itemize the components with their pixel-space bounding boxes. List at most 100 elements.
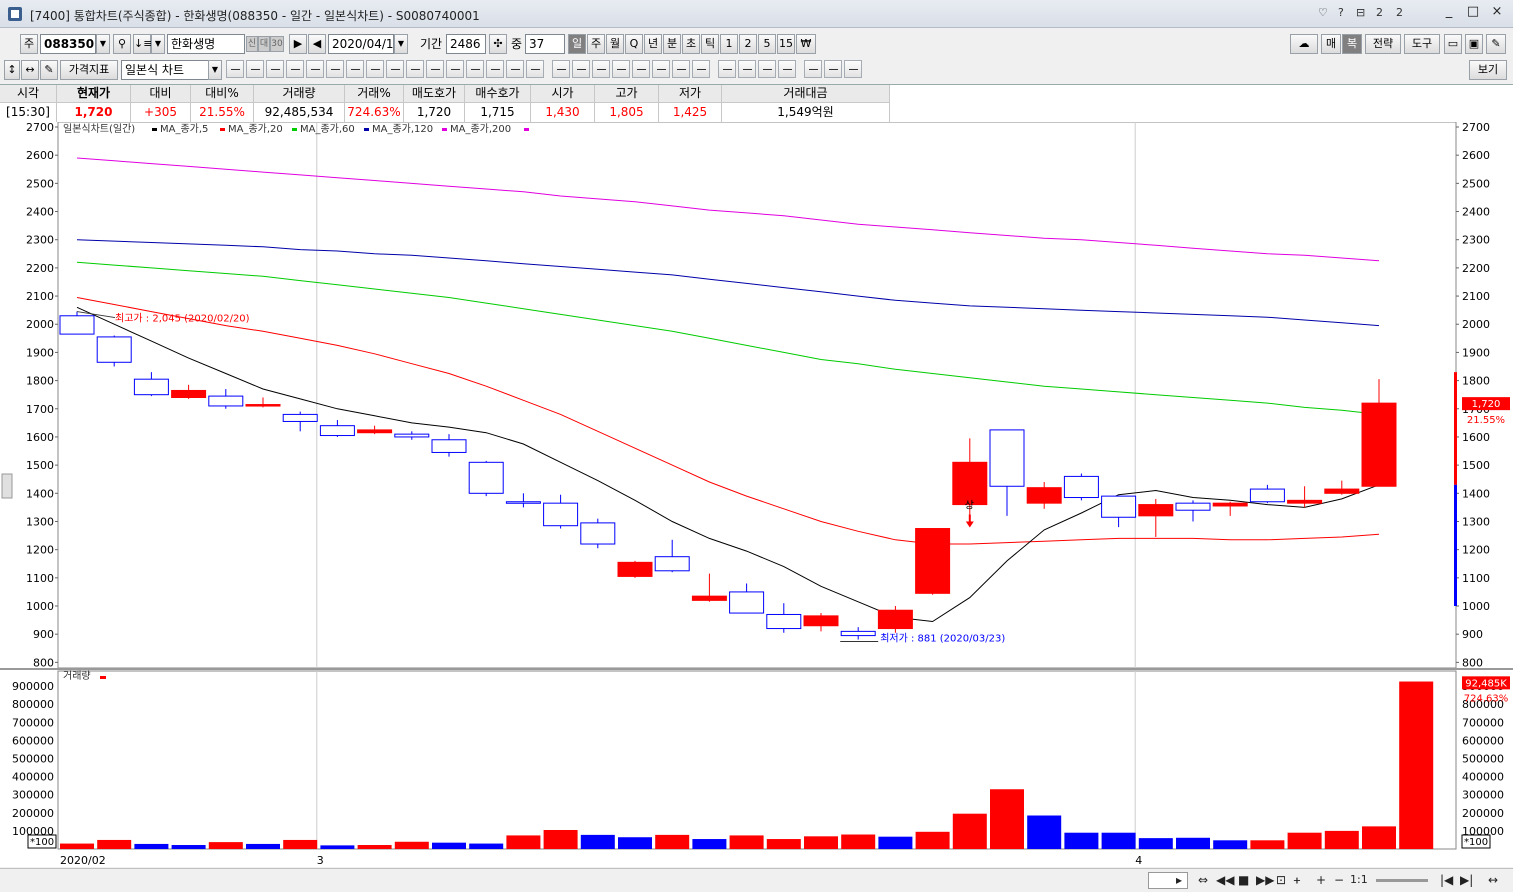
cycle-tool-icon[interactable] [406,60,424,78]
search-icon[interactable]: ⚲ [113,34,131,54]
next-stock-button[interactable]: ▶ [289,34,307,54]
ruler-icon[interactable]: ᚐ [1294,873,1300,887]
zoom-out-icon[interactable]: − [1334,873,1344,887]
wrench-icon[interactable]: ✎ [1486,34,1506,54]
wave-tool-icon[interactable] [804,60,822,78]
magnify-tool-icon[interactable] [758,60,776,78]
interval-tick[interactable]: 틱 [701,34,719,54]
trade-button[interactable]: 매 [1321,34,1341,54]
market-prefix-button[interactable]: 주 [20,34,38,54]
arc-tool-icon[interactable] [266,60,284,78]
candle-body [1212,502,1248,507]
channel-tool-icon[interactable] [366,60,384,78]
currency-button[interactable]: ₩ [796,34,816,54]
interval-15[interactable]: 15 [777,34,795,54]
circle-tool-icon[interactable] [718,60,736,78]
palette-tool-icon[interactable] [526,60,544,78]
prev-stock-button[interactable]: ◀ [308,34,326,54]
rewind-icon[interactable]: ◀◀ [1216,873,1234,887]
frame-icon[interactable]: ⊡ [1276,873,1286,887]
angle-line-tool-icon[interactable] [246,60,264,78]
link-icon[interactable]: 2 [1376,6,1383,19]
layout-icon[interactable]: ⊟ [1356,6,1365,19]
hline-tool-icon[interactable] [306,60,324,78]
maximize-button[interactable]: □ [1462,3,1484,21]
doc-tool-icon[interactable] [692,60,710,78]
up-arrow-tool-icon[interactable] [612,60,630,78]
interval-month[interactable]: 월 [606,34,624,54]
eraser-tool-icon[interactable] [506,60,524,78]
down-arrow-tool-icon[interactable] [632,60,650,78]
zoom-in-icon[interactable]: + [1316,873,1326,887]
grid-tool-icon[interactable] [386,60,404,78]
interval-5[interactable]: 5 [758,34,776,54]
period-spin-icon[interactable]: ✣ [489,34,507,54]
sort-icon[interactable]: ↓≡ [133,34,152,54]
interval-week[interactable]: 주 [587,34,605,54]
strategy-button[interactable]: 전략 [1365,34,1401,54]
fan-tool-icon[interactable] [286,60,304,78]
tools-button[interactable]: 도구 [1404,34,1440,54]
cross-tool-icon[interactable] [592,60,610,78]
settings-tool-icon[interactable] [778,60,796,78]
interval-day[interactable]: 일 [568,34,586,54]
chart-type-dropdown-icon[interactable]: ▼ [208,60,222,80]
price-indicator-button[interactable]: 가격지표 [60,60,118,80]
zoom-slider[interactable] [1376,879,1428,882]
volume-axis-left-label: 200000 [12,807,54,820]
right-arrow-tool-icon[interactable] [672,60,690,78]
forward-icon[interactable]: ▶▶ [1256,873,1274,887]
left-collapse-handle [1,473,13,499]
pen-tool-icon[interactable] [486,60,504,78]
andrews-tool-icon[interactable] [426,60,444,78]
fit-icon[interactable]: ⇔ [1198,873,1208,887]
interval-1[interactable]: 1 [720,34,738,54]
stock-code-input[interactable]: 088350 [40,34,96,54]
compound-button[interactable]: 복 [1342,34,1362,54]
expand-icon[interactable]: ↔ [1488,873,1498,887]
arrow-leftright-icon[interactable]: ↔ [21,60,39,80]
arrow-updown-icon[interactable]: ↕ [4,60,20,80]
fibo-tool-icon[interactable] [346,60,364,78]
analysis-tool-icon[interactable] [844,60,862,78]
chart-area[interactable]: 2700 2700 2600 2600 2500 2500 2400 2400 2300 2300… [0,121,1513,867]
quote-col-trade-value: 거래대금 1,549억원 [722,85,890,123]
gann-tool-icon[interactable] [466,60,484,78]
interval-second[interactable]: 초 [682,34,700,54]
scroll-right-icon[interactable]: ▸ [1176,873,1182,887]
minimize-button[interactable]: _ [1438,3,1460,21]
edit-icon[interactable]: ✎ [40,60,58,80]
first-icon[interactable]: |◀ [1440,873,1453,887]
interval-2[interactable]: 2 [739,34,757,54]
count-input[interactable]: 37 [525,34,565,54]
code-dropdown-icon[interactable]: ▼ [96,34,110,54]
favorite-icon[interactable]: ♡ [1318,6,1328,19]
help-icon[interactable]: ? [1338,6,1344,19]
vline-tool-icon[interactable] [326,60,344,78]
stop-icon[interactable]: ■ [1238,873,1249,887]
text-tool-icon[interactable] [572,60,590,78]
note-tool-icon[interactable] [552,60,570,78]
period-input[interactable]: 2486 [446,34,486,54]
zoom-ratio[interactable]: 1:1 [1350,873,1368,886]
chart-type-select[interactable]: 일본식 차트 [121,60,209,80]
close-button[interactable]: × [1486,3,1508,21]
link2-icon[interactable]: 2 [1396,6,1403,19]
rect-tool-icon[interactable] [738,60,756,78]
open-icon[interactable]: ▭ [1444,34,1462,54]
view-button[interactable]: 보기 [1469,60,1507,80]
last-icon[interactable]: ▶| [1460,873,1473,887]
pitchfork-tool-icon[interactable] [446,60,464,78]
date-dropdown-icon[interactable]: ▼ [394,34,408,54]
stock-chart[interactable]: 2700 2700 2600 2600 2500 2500 2400 2400 2300 2300… [0,121,1513,867]
date-input[interactable]: 2020/04/10 [328,34,401,54]
save-icon[interactable]: ▣ [1465,34,1483,54]
interval-year[interactable]: 년 [644,34,662,54]
wave2-tool-icon[interactable] [824,60,842,78]
sort-dropdown-icon[interactable]: ▼ [151,34,165,54]
interval-minute[interactable]: 분 [663,34,681,54]
left-arrow-tool-icon[interactable] [652,60,670,78]
interval-quarter[interactable]: Q [625,34,643,54]
cloud-icon[interactable]: ☁ [1290,34,1318,54]
line-tool-icon[interactable] [226,60,244,78]
